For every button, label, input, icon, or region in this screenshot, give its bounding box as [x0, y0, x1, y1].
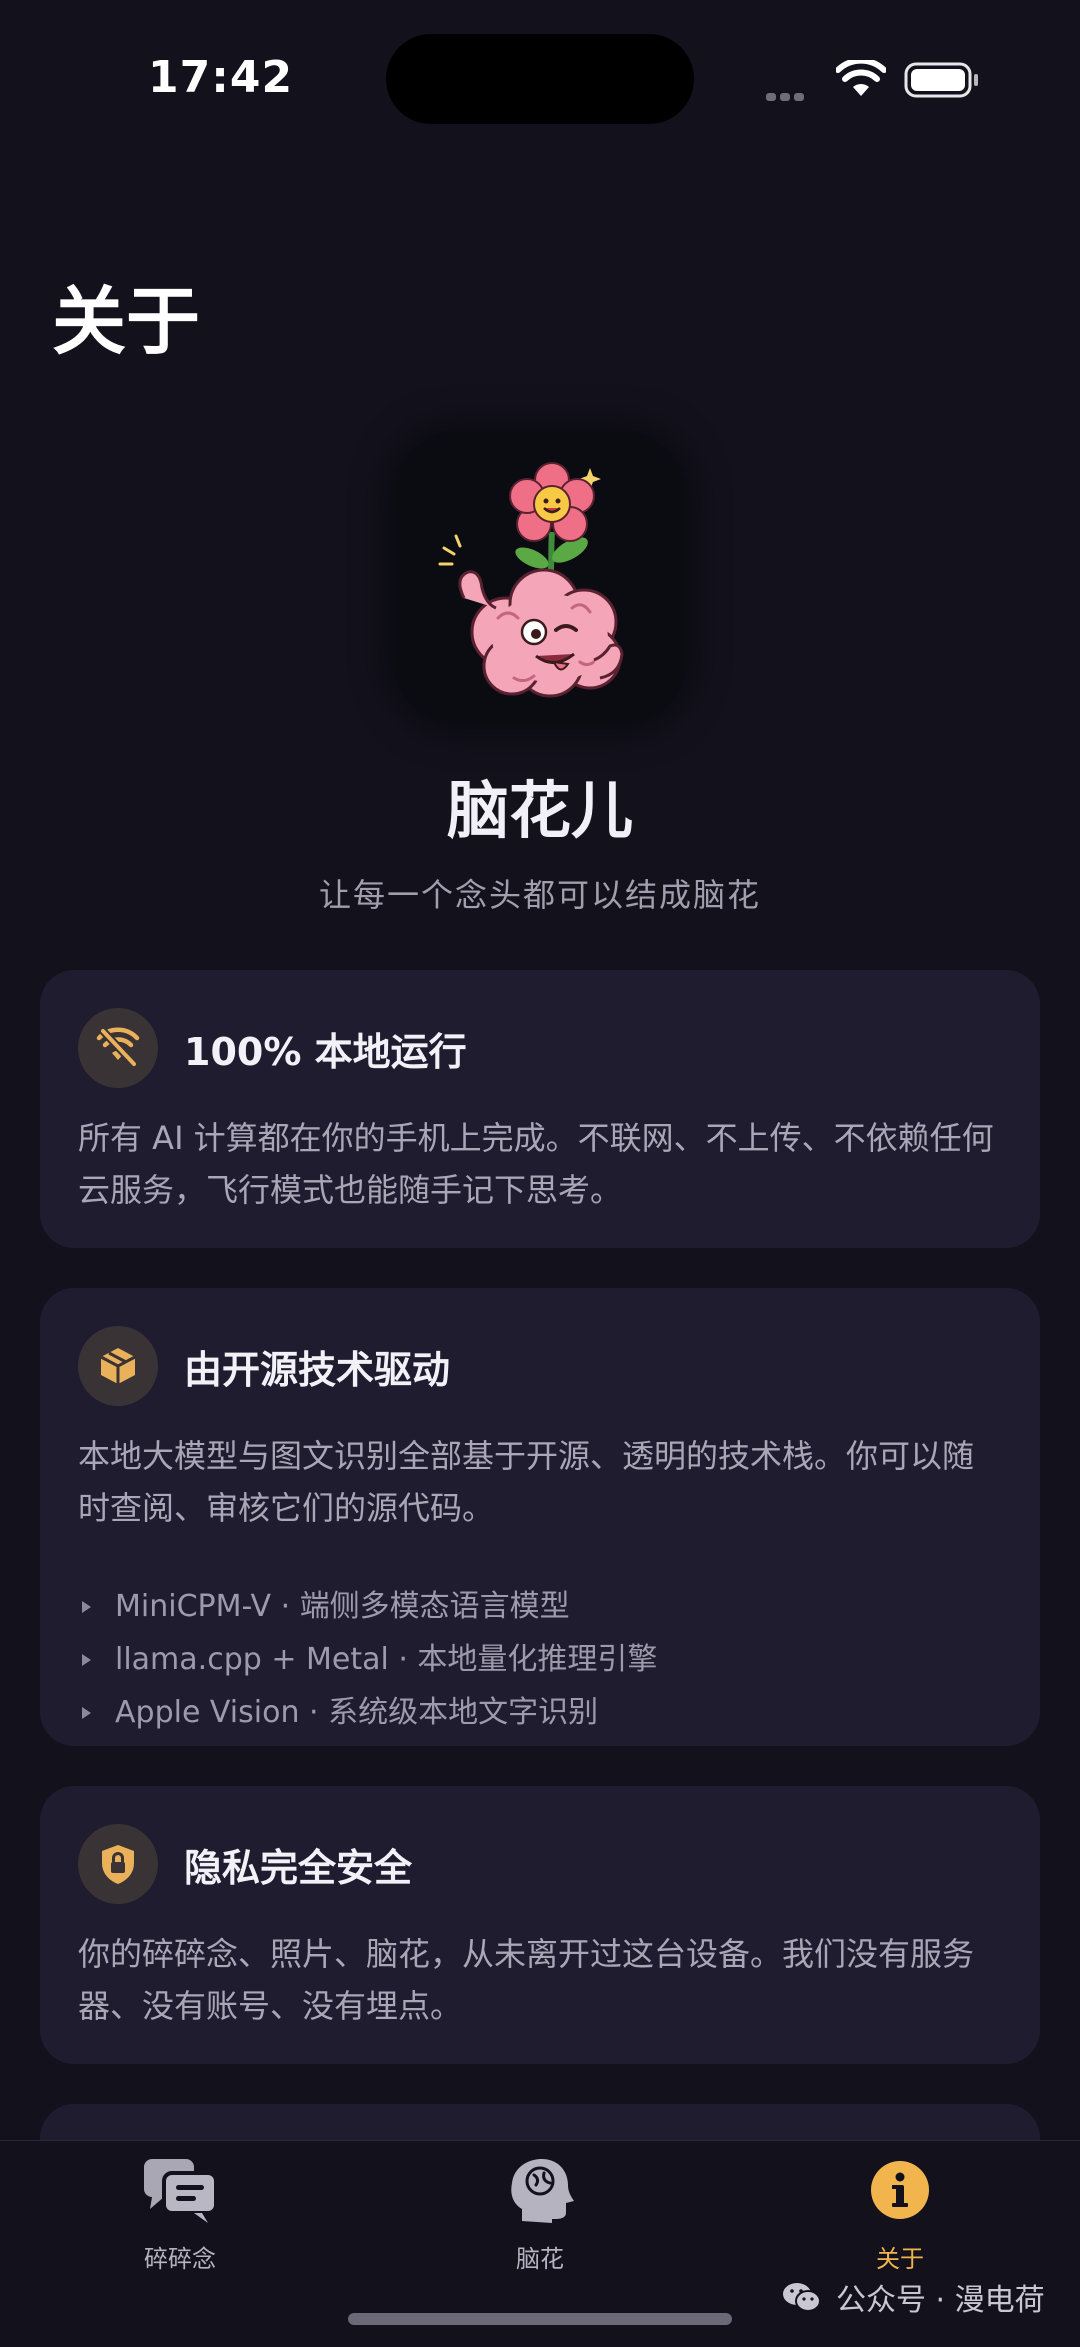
card-description: 所有 AI 计算都在你的手机上完成。不联网、不上传、不依赖任何云服务，飞行模式也…	[78, 1119, 994, 1209]
brain-flower-logo-icon	[438, 462, 624, 698]
card-title: 100% 本地运行	[184, 1029, 467, 1074]
watermark-text: 公众号 · 漫电荷	[836, 2283, 1045, 2318]
card-header: 由开源技术驱动	[78, 1326, 450, 1406]
app-icon	[394, 432, 686, 724]
list-item-label: Apple Vision · 系统级本地文字识别	[115, 1695, 599, 1730]
card-description: 本地大模型与图文识别全部基于开源、透明的技术栈。你可以随时查阅、审核它们的源代码…	[78, 1437, 975, 1527]
card-privacy: 隐私完全安全 你的碎碎念、照片、脑花，从未离开过这台设备。我们没有服务器、没有账…	[40, 1786, 1040, 2064]
app-name: 脑花儿	[446, 774, 633, 847]
tab-about[interactable]: 关于	[800, 2155, 1000, 2285]
home-indicator[interactable]	[348, 2313, 732, 2325]
card-header: 100% 本地运行	[78, 1008, 467, 1088]
info-icon	[871, 2161, 929, 2219]
list-item: Apple Vision · 系统级本地文字识别	[78, 1686, 1002, 1739]
tech-stack-list: MiniCPM-V · 端侧多模态语言模型 llama.cpp + Metal …	[78, 1580, 1002, 1739]
chat-bubbles-icon	[144, 2159, 218, 2223]
page-title: 关于	[52, 279, 200, 365]
tab-thoughts[interactable]: 碎碎念	[80, 2155, 280, 2285]
list-item-label: llama.cpp + Metal · 本地量化推理引擎	[115, 1642, 658, 1677]
list-item-label: MiniCPM-V · 端侧多模态语言模型	[115, 1589, 570, 1624]
tab-label: 碎碎念	[144, 2245, 216, 2273]
tab-brain-flowers[interactable]: 脑花	[440, 2155, 640, 2285]
brain-head-icon	[511, 2159, 574, 2223]
lock-shield-icon	[78, 1824, 158, 1904]
status-bar: 17:42	[0, 0, 1080, 160]
status-time: 17:42	[148, 52, 294, 103]
card-header: 隐私完全安全	[78, 1824, 412, 1904]
app-slogan: 让每一个念头都可以结成脑花	[318, 876, 761, 914]
card-title: 隐私完全安全	[184, 1845, 413, 1890]
wifi-off-icon	[78, 1008, 158, 1088]
wechat-icon	[783, 2283, 821, 2312]
card-open-source: 由开源技术驱动 本地大模型与图文识别全部基于开源、透明的技术栈。你可以随时查阅、…	[40, 1288, 1040, 1746]
card-local-run: 100% 本地运行 所有 AI 计算都在你的手机上完成。不联网、不上传、不依赖任…	[40, 970, 1040, 1248]
bullet-triangle-icon	[82, 1706, 91, 1719]
cellular-signal-icon	[766, 86, 822, 101]
list-item: MiniCPM-V · 端侧多模态语言模型	[78, 1580, 1002, 1633]
wifi-icon	[836, 60, 886, 96]
tab-label: 脑花	[516, 2245, 564, 2273]
list-item: llama.cpp + Metal · 本地量化推理引擎	[78, 1633, 1002, 1686]
battery-icon	[904, 62, 978, 98]
tab-label: 关于	[876, 2245, 924, 2273]
bullet-triangle-icon	[82, 1653, 91, 1666]
open-box-icon	[78, 1326, 158, 1406]
card-description: 你的碎碎念、照片、脑花，从未离开过这台设备。我们没有服务器、没有账号、没有埋点。	[78, 1935, 975, 2025]
watermark: 公众号 · 漫电荷	[782, 2272, 1045, 2322]
about-screen: 17:42 关于 脑花儿 让每一个念头都可以结成脑花 100% 本地运行 所有 …	[0, 0, 1080, 2347]
card-title: 由开源技术驱动	[184, 1347, 451, 1392]
bullet-triangle-icon	[82, 1600, 91, 1613]
dynamic-island	[386, 34, 694, 124]
